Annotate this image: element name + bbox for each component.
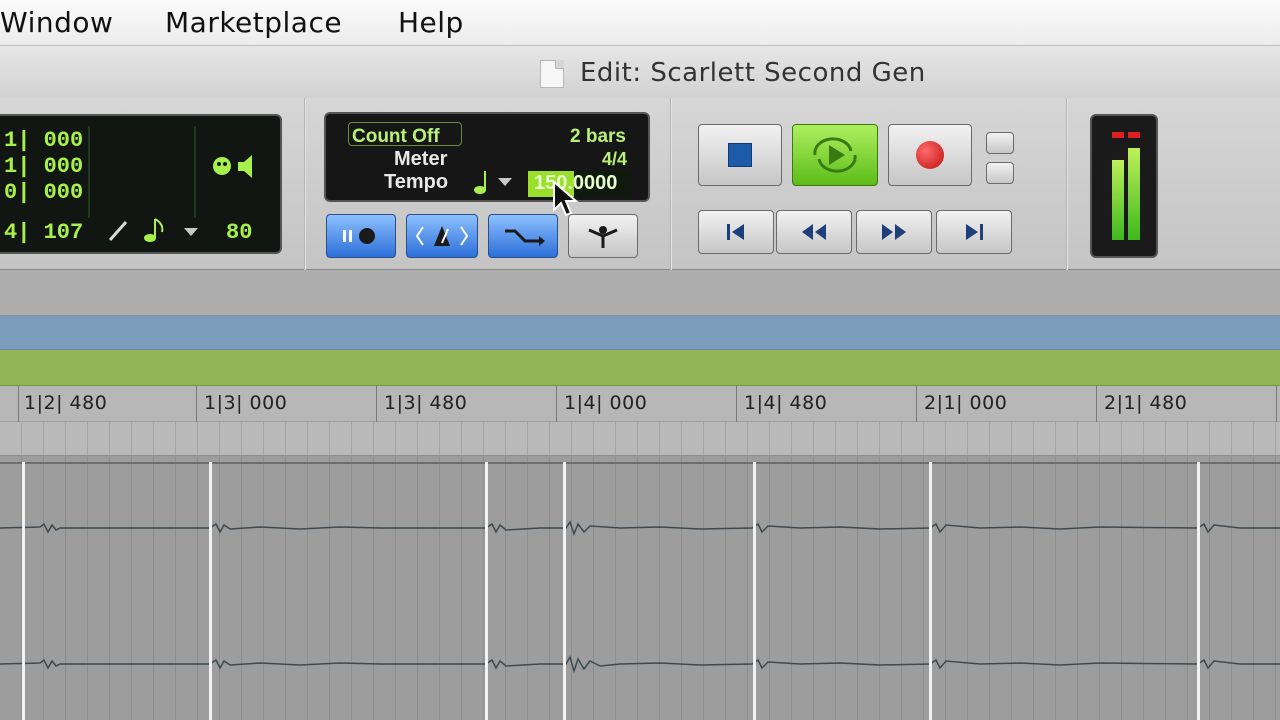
return-to-zero-button[interactable] [698,210,774,254]
counter-line-2: 1| 000 [4,154,84,179]
window-title: Edit: Scarlett Second Gen [580,58,926,88]
return-to-zero-icon [727,224,744,240]
markers-ruler[interactable] [0,316,1280,350]
rewind-icon [802,224,826,240]
ruler-tick [916,386,917,422]
menu-marketplace[interactable]: Marketplace [165,6,342,39]
fast-forward-button[interactable] [856,210,932,254]
ruler-label: 2|1| 480 [1104,392,1188,414]
rewind-button[interactable] [776,210,852,254]
count-off-label: Count Off [352,126,440,147]
merge-icon [505,229,545,246]
record-button[interactable] [888,124,972,186]
conductor-button[interactable] [568,214,638,258]
count-off-bars[interactable]: 2 bars [570,126,626,148]
menu-window[interactable]: Window [0,6,113,39]
main-counter[interactable]: 1| 000 1| 000 0| 000 4| 107 80 [0,114,282,254]
stop-button[interactable] [698,124,782,186]
pencil-icon[interactable] [106,218,130,244]
eighth-note-icon [144,218,164,242]
clip-boundary[interactable] [753,462,756,720]
ruler-label: 2|1| 000 [924,392,1008,414]
ruler-tick [1276,386,1277,422]
document-icon [540,60,564,88]
mouse-cursor-icon [553,180,579,217]
counter-line-1: 1| 000 [4,128,84,153]
peak-indicator-right [1128,132,1140,138]
transport-option-button-1[interactable] [986,132,1014,154]
ruler-gap [0,270,1280,316]
counter-divider [194,126,196,218]
counter-divider [88,126,90,218]
toolbar-divider [670,98,672,270]
play-loop-icon [813,137,857,173]
ruler-tick [196,386,197,422]
meter-bar-right [1128,148,1140,240]
metronome-icon [415,226,469,246]
ruler-label: 1|3| 480 [384,392,468,414]
track-top-border [0,462,1280,464]
play-button[interactable] [792,124,878,186]
ruler-tick [1096,386,1097,422]
pro-tools-edit-window: Window Marketplace Help Edit: Scarlett S… [0,0,1280,720]
dropdown-arrow-icon[interactable] [498,178,512,188]
clip-boundary[interactable] [209,462,212,720]
pause-record-icon [343,228,375,244]
ruler-label: 1|3| 000 [204,392,288,414]
ruler-label: 1|2| 480 [24,392,108,414]
conductor-icon [588,226,618,248]
counter-line-4: 4| 107 [4,220,84,245]
meter-bar-left [1112,160,1124,240]
toolbar-divider [304,98,306,270]
clip-boundary[interactable] [485,462,488,720]
speaker-icon[interactable] [210,152,260,182]
clip-boundary[interactable] [22,462,25,720]
wait-for-note-button[interactable] [326,214,396,258]
transport-option-button-2[interactable] [986,162,1014,184]
ruler-tick [556,386,557,422]
clip-boundary[interactable] [563,462,566,720]
audio-track-area[interactable] [0,457,1280,720]
meter-value[interactable]: 4/4 [602,149,627,170]
ruler-label: 1|4| 000 [564,392,648,414]
waveform-channel-1 [0,520,1280,537]
tempo-ruler[interactable] [0,350,1280,386]
grid-ruler [0,422,1280,456]
peak-indicator-left [1112,132,1124,138]
go-to-end-button[interactable] [936,210,1012,254]
menu-bar: Window Marketplace Help [0,0,1280,46]
midi-merge-button[interactable] [488,214,558,258]
quarter-note-icon [474,171,486,194]
counter-value: 80 [226,220,253,245]
toolbar-divider [1066,98,1068,270]
metronome-button[interactable] [406,214,478,258]
tempo-label: Tempo [384,171,449,193]
ruler-tick [736,386,737,422]
master-output-meter [1090,114,1158,258]
stop-icon [728,143,752,167]
dropdown-arrow-icon[interactable] [184,228,198,238]
clip-boundary[interactable] [929,462,932,720]
midi-control-display: Count Off 2 bars Meter 4/4 Tempo 150.000… [324,112,650,202]
clip-boundary[interactable] [1197,462,1200,720]
counter-line-3: 0| 000 [4,180,84,205]
ruler-tick [18,386,19,422]
menu-help[interactable]: Help [398,6,464,39]
go-to-end-icon [966,224,983,240]
meter-label: Meter [394,148,448,170]
record-icon [916,141,944,169]
ruler-tick [376,386,377,422]
waveform-channel-2 [0,655,1280,674]
fast-forward-icon [882,224,906,240]
ruler-label: 1|4| 480 [744,392,828,414]
